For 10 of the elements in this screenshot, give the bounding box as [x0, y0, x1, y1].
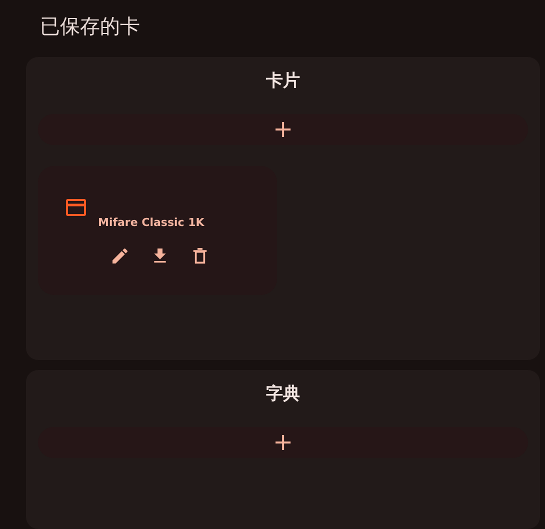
add-button[interactable]: +	[38, 427, 528, 458]
section-title: 字典	[266, 383, 300, 406]
section-title: 卡片	[266, 70, 300, 93]
add-button[interactable]: +	[38, 114, 528, 145]
edit-button[interactable]	[110, 246, 130, 266]
card-name: Mifare Classic 1K	[98, 215, 206, 230]
page-title: 已保存的卡	[40, 14, 140, 38]
credit-card-icon	[66, 199, 86, 216]
card-tile[interactable]: Mifare Classic 1K	[38, 166, 277, 295]
pencil-icon	[110, 246, 130, 266]
